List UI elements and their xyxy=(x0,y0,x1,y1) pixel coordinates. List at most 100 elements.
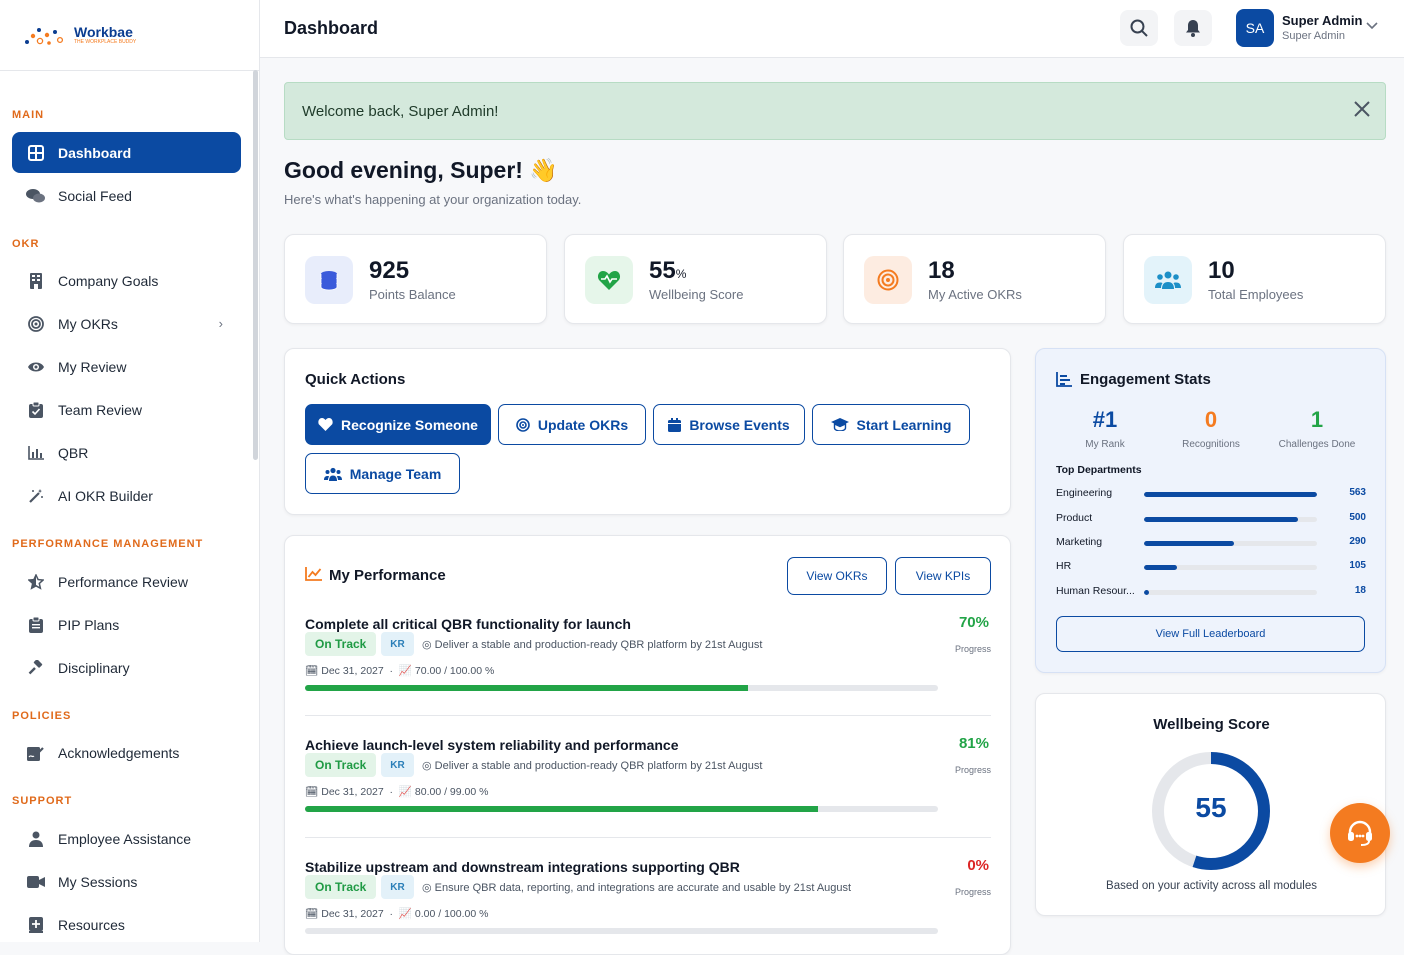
user-icon xyxy=(26,829,46,849)
clipboard-check-icon xyxy=(26,400,46,420)
chat-icon xyxy=(26,186,46,206)
kr-badge: KR xyxy=(381,753,414,777)
plus-box-icon xyxy=(26,915,46,935)
stat-label: My Active OKRs xyxy=(928,287,1022,302)
stat-value: 925 xyxy=(369,257,410,284)
heart-icon xyxy=(318,418,333,431)
avatar[interactable]: SA xyxy=(1236,9,1274,47)
line-chart-icon xyxy=(305,567,322,581)
recognitions-value: 0 xyxy=(1204,407,1218,432)
sidebar-item-ai-okr-builder[interactable]: AI OKR Builder xyxy=(12,475,241,516)
department-name: Product xyxy=(1056,512,1093,524)
greeting-title: Good evening, Super! 👋 xyxy=(284,157,558,183)
stat-card-okrs[interactable]: 18 My Active OKRs xyxy=(843,234,1106,324)
sidebar-item-my-review[interactable]: My Review xyxy=(12,346,241,387)
magic-wand-icon xyxy=(26,486,46,506)
star-icon xyxy=(26,572,46,592)
goal-percent: 70% xyxy=(958,614,989,631)
sidebar-item-label: Company Goals xyxy=(58,272,159,289)
department-row: Marketing 290 xyxy=(1056,536,1366,550)
challenges-value: 1 xyxy=(1310,407,1324,432)
sidebar-item-employee-assistance[interactable]: Employee Assistance xyxy=(12,818,241,859)
calendar-icon xyxy=(668,417,682,432)
manage-team-button[interactable]: Manage Team xyxy=(305,453,460,494)
browse-events-button[interactable]: Browse Events xyxy=(653,404,805,445)
sidebar-item-pip-plans[interactable]: PIP Plans xyxy=(12,604,241,645)
search-icon xyxy=(1130,19,1148,37)
department-value: 290 xyxy=(1349,536,1366,547)
sidebar-item-qbr[interactable]: QBR xyxy=(12,432,241,473)
sidebar-item-dashboard[interactable]: Dashboard xyxy=(12,132,241,173)
sidebar-scrollbar[interactable] xyxy=(253,70,258,460)
close-icon[interactable] xyxy=(1353,100,1371,122)
sidebar-item-label: My OKRs xyxy=(58,315,118,332)
logo[interactable]: Workbae THE WORKPLACE BUDDY xyxy=(0,0,259,71)
support-chat-button[interactable] xyxy=(1330,803,1390,863)
user-name[interactable]: Super Admin xyxy=(1282,13,1362,28)
chevron-down-icon[interactable] xyxy=(1366,19,1378,33)
department-value: 500 xyxy=(1349,512,1366,523)
button-label: Browse Events xyxy=(689,416,790,433)
stat-card-wellbeing[interactable]: 55% Wellbeing Score xyxy=(564,234,827,324)
recognize-someone-button[interactable]: Recognize Someone xyxy=(305,404,491,445)
video-icon xyxy=(26,872,46,892)
search-button[interactable] xyxy=(1120,10,1158,46)
stat-card-points[interactable]: 925 Points Balance xyxy=(284,234,547,324)
sidebar-item-acknowledgements[interactable]: Acknowledgements xyxy=(12,732,241,773)
update-okrs-button[interactable]: Update OKRs xyxy=(498,404,646,445)
button-label: Start Learning xyxy=(856,416,952,433)
divider xyxy=(305,837,991,838)
eye-icon xyxy=(26,357,46,377)
section-main: MAIN xyxy=(12,109,45,121)
goal-progress-label: Progress xyxy=(954,765,991,775)
sidebar-item-my-okrs[interactable]: My OKRs › xyxy=(12,303,241,344)
sidebar-item-company-goals[interactable]: Company Goals xyxy=(12,260,241,301)
sidebar-item-resources[interactable]: Resources xyxy=(12,904,241,945)
sidebar-item-label: Performance Review xyxy=(58,573,188,590)
sidebar-item-label: My Sessions xyxy=(58,873,138,890)
rank-label: My Rank xyxy=(1085,439,1125,450)
goal-progress-label: Progress xyxy=(954,887,991,897)
sidebar-item-my-sessions[interactable]: My Sessions xyxy=(12,861,241,902)
performance-title: My Performance xyxy=(329,567,446,584)
goal-description-text: Ensure QBR data, reporting, and integrat… xyxy=(434,882,852,894)
stat-value: 10 xyxy=(1208,257,1235,284)
notifications-button[interactable] xyxy=(1174,10,1212,46)
sidebar-item-label: Social Feed xyxy=(58,187,132,204)
stat-label: Total Employees xyxy=(1208,287,1304,302)
goal-description: ◎ Deliver a stable and production-ready … xyxy=(422,638,762,651)
brand-tagline: THE WORKPLACE BUDDY xyxy=(74,39,137,45)
engagement-title: Engagement Stats xyxy=(1080,371,1211,388)
chevron-right-icon[interactable]: › xyxy=(219,316,223,331)
topbar: Dashboard SA Super Admin Super Admin xyxy=(260,0,1404,58)
engagement-stats-card: Engagement Stats #1 My Rank 0 Recognitio… xyxy=(1035,348,1386,673)
top-departments-label: Top Departments xyxy=(1056,464,1142,476)
view-full-leaderboard-button[interactable]: View Full Leaderboard xyxy=(1056,616,1365,652)
department-row: HR 105 xyxy=(1056,560,1366,574)
sidebar-item-social-feed[interactable]: Social Feed xyxy=(12,175,241,216)
button-label: Manage Team xyxy=(349,465,442,482)
sidebar-item-disciplinary[interactable]: Disciplinary xyxy=(12,647,241,688)
department-value: 563 xyxy=(1349,487,1366,498)
sidebar-item-label: Resources xyxy=(58,916,125,933)
department-bar-fill xyxy=(1144,492,1317,497)
target-icon: ◎ xyxy=(422,882,435,894)
sidebar-item-label: Team Review xyxy=(58,401,143,418)
users-icon xyxy=(1144,256,1192,304)
sidebar-item-team-review[interactable]: Team Review xyxy=(12,389,241,430)
stat-card-employees[interactable]: 10 Total Employees xyxy=(1123,234,1386,324)
wellbeing-score-value: 55 xyxy=(1195,792,1227,823)
goal-meta: 🗓 Dec 31, 2027 · 📈 70.00 / 100.00 % xyxy=(305,665,495,677)
start-learning-button[interactable]: Start Learning xyxy=(812,404,970,445)
stat-value: 55 xyxy=(649,257,676,284)
status-badge: On Track xyxy=(305,753,377,777)
bar-chart-icon xyxy=(26,443,46,463)
coins-icon xyxy=(305,256,353,304)
view-okrs-button[interactable]: View OKRs xyxy=(787,557,887,595)
heartbeat-icon xyxy=(585,256,633,304)
calendar-icon: 🗓 xyxy=(305,786,322,798)
view-kpis-button[interactable]: View KPIs xyxy=(895,557,991,595)
sidebar-item-label: Dashboard xyxy=(58,144,132,161)
quick-actions-title: Quick Actions xyxy=(305,371,406,388)
sidebar-item-performance-review[interactable]: Performance Review xyxy=(12,561,241,602)
